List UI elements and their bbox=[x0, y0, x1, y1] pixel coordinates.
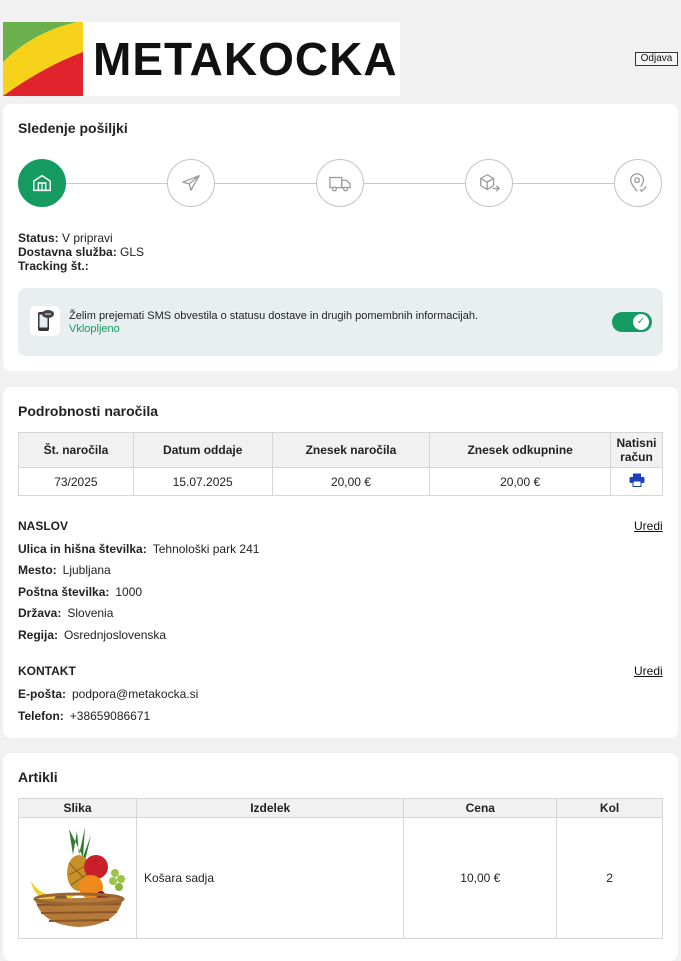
sms-consent-text: Želim prejemati SMS obvestila o statusu … bbox=[69, 310, 479, 322]
col-order-number: Št. naročila bbox=[18, 432, 134, 468]
phone-row: Telefon: +38659086671 bbox=[18, 709, 150, 723]
country-value: Slovenia bbox=[67, 606, 114, 620]
airplane-icon bbox=[182, 175, 200, 191]
order-date: 15.07.2025 bbox=[132, 467, 273, 496]
postal-row: Poštna številka: 1000 bbox=[18, 585, 142, 599]
col-price: Cena bbox=[403, 798, 558, 818]
delivery-truck-icon bbox=[329, 176, 351, 192]
product-image-cell bbox=[18, 817, 137, 939]
shipment-info: Status: V pripravi Dostavna služba: GLS … bbox=[18, 231, 144, 273]
order-details-title: Podrobnosti naročila bbox=[18, 403, 159, 419]
city-value: Ljubljana bbox=[62, 563, 111, 577]
phone-label: Telefon: bbox=[18, 709, 64, 723]
step-handover bbox=[465, 159, 513, 207]
col-order-amount: Znesek naročila bbox=[271, 432, 431, 468]
edit-address-link[interactable]: Uredi bbox=[634, 519, 663, 533]
status-label: Status: bbox=[18, 231, 59, 245]
items-table-header: Slika Izdelek Cena Kol bbox=[18, 798, 663, 818]
location-pin-check-icon bbox=[630, 173, 647, 193]
fruit-basket-image bbox=[31, 826, 126, 927]
items-table: Slika Izdelek Cena Kol Košara sadja 10,0… bbox=[18, 798, 663, 939]
cod-amount: 20,00 € bbox=[429, 467, 611, 496]
col-product: Izdelek bbox=[135, 798, 405, 818]
items-card: Artikli Slika Izdelek Cena Kol Košara sa… bbox=[3, 753, 678, 961]
postal-label: Poštna številka: bbox=[18, 585, 110, 599]
logout-button[interactable]: Odjava bbox=[635, 52, 678, 66]
print-invoice-button[interactable] bbox=[610, 467, 663, 496]
logo-text: METAKOCKA bbox=[93, 33, 398, 85]
warehouse-icon bbox=[33, 174, 51, 192]
country-row: Država: Slovenia bbox=[18, 606, 113, 620]
product-price: 10,00 € bbox=[403, 817, 558, 939]
table-row: 73/2025 15.07.2025 20,00 € 20,00 € bbox=[18, 467, 663, 496]
street-row: Ulica in hišna številka: Tehnološki park … bbox=[18, 542, 259, 556]
items-title: Artikli bbox=[18, 769, 58, 785]
logo-mark bbox=[3, 22, 83, 96]
email-label: E-pošta: bbox=[18, 687, 66, 701]
city-row: Mesto: Ljubljana bbox=[18, 563, 111, 577]
col-print-invoice: Natisni račun bbox=[610, 432, 663, 468]
street-value: Tehnološki park 241 bbox=[152, 542, 260, 556]
step-transit bbox=[167, 159, 215, 207]
edit-contact-link[interactable]: Uredi bbox=[634, 664, 663, 678]
package-transfer-icon bbox=[480, 174, 500, 192]
col-quantity: Kol bbox=[556, 798, 663, 818]
sms-status-text: Vklopljeno bbox=[69, 323, 120, 335]
sms-notification-box: Želim prejemati SMS obvestila o statusu … bbox=[18, 288, 663, 356]
col-image: Slika bbox=[18, 798, 137, 818]
email-value: podpora@metakocka.si bbox=[72, 687, 199, 701]
tracking-title: Sledenje pošiljki bbox=[18, 120, 128, 136]
product-quantity: 2 bbox=[556, 817, 663, 939]
street-label: Ulica in hišna številka: bbox=[18, 542, 147, 556]
company-logo: METAKOCKA bbox=[3, 22, 400, 96]
address-heading: NASLOV bbox=[18, 519, 69, 533]
order-number: 73/2025 bbox=[18, 467, 134, 496]
email-row: E-pošta: podpora@metakocka.si bbox=[18, 687, 198, 701]
status-line: Status: V pripravi bbox=[18, 231, 144, 245]
carrier-value: GLS bbox=[120, 245, 145, 259]
country-label: Država: bbox=[18, 606, 62, 620]
carrier-label: Dostavna služba: bbox=[18, 245, 117, 259]
phone-value: +38659086671 bbox=[69, 709, 151, 723]
step-warehouse bbox=[18, 159, 66, 207]
step-delivered bbox=[614, 159, 662, 207]
col-cod-amount: Znesek odkupnine bbox=[429, 432, 611, 468]
printer-icon[interactable] bbox=[629, 473, 645, 487]
tracking-number-line: Tracking št.: bbox=[18, 259, 144, 273]
product-name: Košara sadja bbox=[135, 817, 405, 939]
tracking-number-label: Tracking št.: bbox=[18, 259, 89, 273]
order-amount: 20,00 € bbox=[271, 467, 431, 496]
region-value: Osrednjoslovenska bbox=[64, 628, 167, 642]
table-row: Košara sadja 10,00 € 2 bbox=[18, 817, 663, 939]
region-label: Regija: bbox=[18, 628, 59, 642]
shipment-tracking-card: Sledenje pošiljki Status: V pripravi Dos… bbox=[3, 104, 678, 371]
sms-phone-icon bbox=[30, 306, 60, 336]
check-icon: ✓ bbox=[633, 314, 649, 330]
region-row: Regija: Osrednjoslovenska bbox=[18, 628, 166, 642]
order-table: Št. naročila Datum oddaje Znesek naročil… bbox=[18, 432, 663, 496]
order-details-card: Podrobnosti naročila Št. naročila Datum … bbox=[3, 387, 678, 738]
order-table-header: Št. naročila Datum oddaje Znesek naročil… bbox=[18, 432, 663, 468]
step-delivery bbox=[316, 159, 364, 207]
sms-toggle[interactable]: ✓ bbox=[612, 312, 652, 332]
carrier-line: Dostavna služba: GLS bbox=[18, 245, 144, 259]
col-order-date: Datum oddaje bbox=[132, 432, 273, 468]
postal-value: 1000 bbox=[115, 585, 143, 599]
contact-heading: KONTAKT bbox=[18, 664, 76, 678]
city-label: Mesto: bbox=[18, 563, 57, 577]
status-value: V pripravi bbox=[62, 231, 113, 245]
